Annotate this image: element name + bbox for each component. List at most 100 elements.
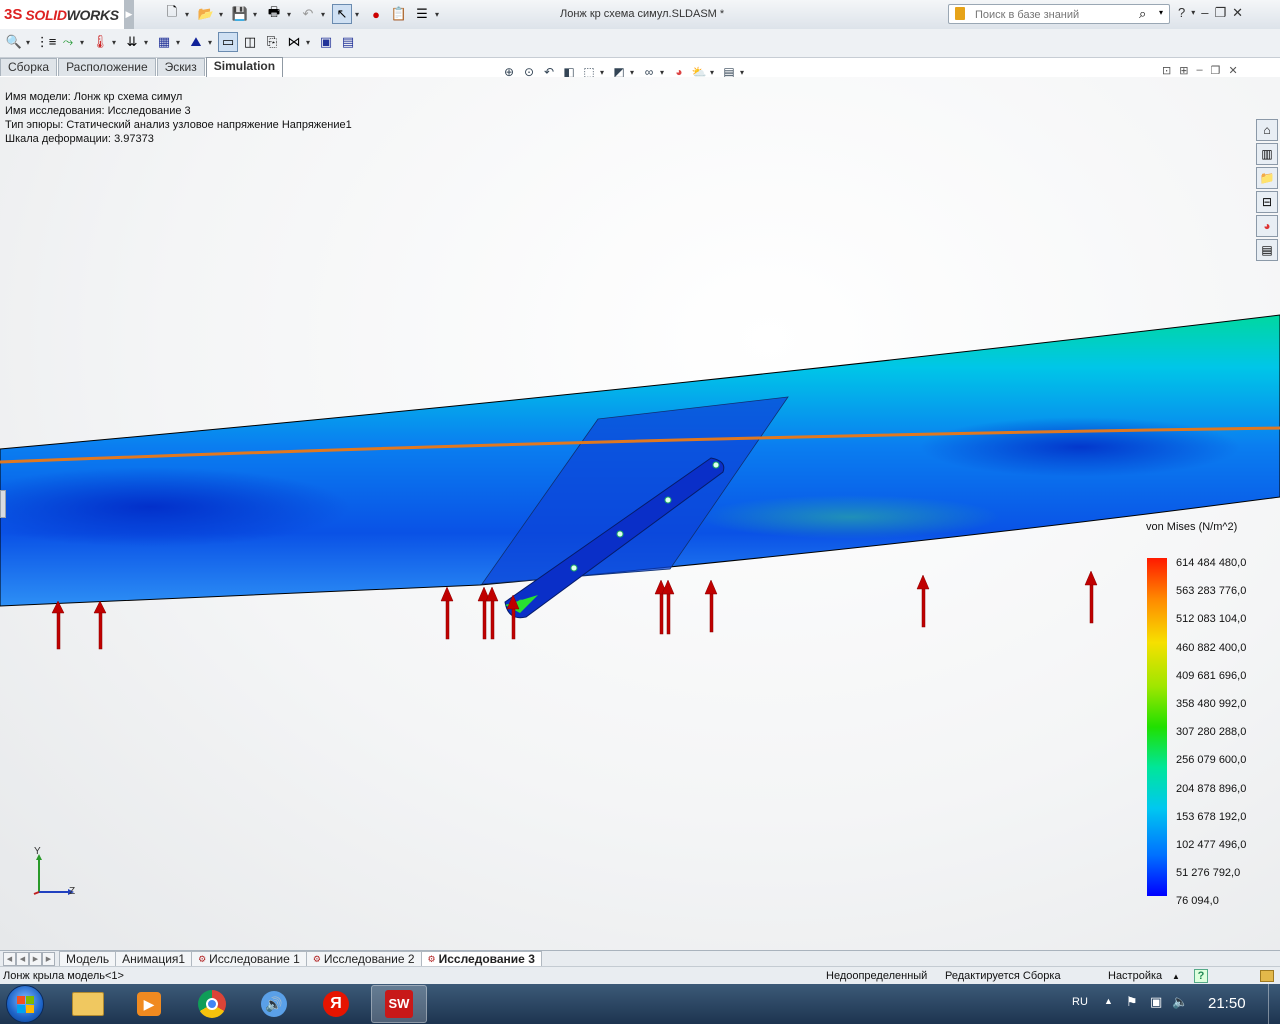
print-icon[interactable]: 🖶 — [264, 4, 284, 24]
tab-assembly[interactable]: Сборка — [0, 58, 58, 76]
help-dropdown-icon[interactable]: ▾ — [1191, 5, 1195, 21]
restore-icon[interactable]: ❐ — [1214, 5, 1226, 21]
view-settings-dropdown-icon[interactable]: ▾ — [740, 68, 748, 77]
select-dropdown-icon[interactable]: ▾ — [355, 4, 363, 24]
save-icon[interactable]: 💾 — [230, 4, 250, 24]
scene-dropdown-icon[interactable]: ▾ — [710, 68, 718, 77]
help-icon[interactable]: ? — [1178, 5, 1185, 21]
options-dropdown-icon[interactable]: ▾ — [435, 4, 443, 24]
report-icon[interactable]: ▣ — [316, 32, 336, 52]
legend-values: 614 484 480,0 563 283 776,0 512 083 104,… — [1176, 549, 1246, 916]
view-palette-icon[interactable]: ⊟ — [1256, 191, 1278, 213]
viewport-close-icon[interactable]: ✕ — [1228, 64, 1237, 77]
design-insight-icon[interactable]: ⋈ — [284, 32, 304, 52]
display-dropdown-icon[interactable]: ▾ — [630, 68, 638, 77]
action-center-flag-icon[interactable]: ⚑ — [1126, 994, 1138, 1010]
loads-dropdown-icon[interactable]: ▾ — [144, 32, 152, 52]
search-icon[interactable]: ⌕ — [1139, 6, 1146, 22]
tab-study-2[interactable]: ⚙ Исследование 2 — [305, 951, 422, 967]
undo-dropdown-icon[interactable]: ▾ — [321, 4, 329, 24]
connections-icon[interactable]: ⤳ — [58, 32, 78, 52]
study-dropdown-icon[interactable]: ▾ — [26, 32, 34, 52]
tab-sketch[interactable]: Эскиз — [156, 58, 205, 76]
viewport-split-icon[interactable]: ⊡ — [1162, 64, 1171, 77]
close-icon[interactable]: ✕ — [1232, 5, 1243, 21]
tag-icon[interactable] — [1260, 970, 1274, 982]
legend-value: 563 283 776,0 — [1176, 585, 1247, 598]
select-pointer-icon[interactable]: ↖ — [332, 4, 352, 24]
show-hidden-icons[interactable]: ▲ — [1104, 996, 1113, 1006]
minimize-icon[interactable]: – — [1201, 5, 1208, 21]
menu-expand-arrow-icon[interactable]: ▶ — [124, 0, 134, 29]
results-advisor-icon[interactable]: ▭ — [218, 32, 238, 52]
help-status-icon[interactable]: ? — [1194, 969, 1208, 983]
tab-model[interactable]: Модель — [59, 951, 117, 967]
speaker-icon[interactable]: 🔈 — [1172, 994, 1188, 1010]
custom-properties-icon[interactable]: ▤ — [1256, 239, 1278, 261]
volume-app-taskbar-icon[interactable]: 🔊 — [246, 985, 302, 1023]
next-tab-icon[interactable]: ▶ — [29, 952, 42, 966]
viewport-restore-icon[interactable]: ❐ — [1211, 64, 1221, 77]
window-help-controls: ? ▾ – ❐ ✕ — [1178, 5, 1243, 21]
stress-plot-model[interactable] — [0, 77, 1280, 950]
chrome-taskbar-icon[interactable] — [184, 985, 240, 1023]
deformed-result-icon[interactable]: ⎘ — [262, 32, 282, 52]
orientation-dropdown-icon[interactable]: ▾ — [600, 68, 608, 77]
prev-tab-icon[interactable]: ◀ — [16, 952, 29, 966]
study-advisor-icon[interactable]: 🔍 — [4, 32, 24, 52]
connections-dropdown-icon[interactable]: ▾ — [80, 32, 88, 52]
search-dropdown-icon[interactable]: ▾ — [1159, 8, 1163, 17]
search-input[interactable] — [973, 6, 1137, 24]
run-dropdown-icon[interactable]: ▾ — [208, 32, 216, 52]
yandex-browser-taskbar-icon[interactable]: Я — [308, 985, 364, 1023]
compare-results-icon[interactable]: ◫ — [240, 32, 260, 52]
design-dropdown-icon[interactable]: ▾ — [306, 32, 314, 52]
file-properties-icon[interactable]: 📋 — [389, 4, 409, 24]
print-dropdown-icon[interactable]: ▾ — [287, 4, 295, 24]
feature-manager-handle[interactable] — [0, 490, 6, 518]
hide-show-dropdown-icon[interactable]: ▾ — [660, 68, 668, 77]
new-document-icon[interactable]: 🗋 — [162, 4, 182, 24]
status-settings[interactable]: Настройка — [1108, 970, 1162, 982]
include-image-icon[interactable]: ▤ — [338, 32, 358, 52]
save-dropdown-icon[interactable]: ▾ — [253, 4, 261, 24]
thermostat-icon[interactable]: 🌡 — [90, 32, 110, 52]
thermal-dropdown-icon[interactable]: ▾ — [112, 32, 120, 52]
show-desktop-button[interactable] — [1268, 984, 1279, 1024]
file-explorer-icon[interactable]: 📁 — [1256, 167, 1278, 189]
file-explorer-taskbar-icon[interactable] — [60, 985, 116, 1023]
clock[interactable]: 21:50 — [1208, 995, 1246, 1012]
tab-animation1[interactable]: Анимация1 — [115, 951, 193, 967]
mesh-icon[interactable]: ▦ — [154, 32, 174, 52]
media-player-taskbar-icon[interactable]: ▶ — [121, 985, 177, 1023]
loads-icon[interactable]: ⇊ — [122, 32, 142, 52]
open-folder-icon[interactable]: 📂 — [196, 4, 216, 24]
tab-study-3[interactable]: ⚙ Исследование 3 — [420, 951, 542, 967]
network-icon[interactable]: ▣ — [1150, 994, 1162, 1010]
appearances-icon[interactable]: ◕ — [1256, 215, 1278, 237]
viewport-minimize-icon[interactable]: – — [1196, 64, 1202, 77]
options-icon[interactable]: ☰ — [412, 4, 432, 24]
mesh-dropdown-icon[interactable]: ▾ — [176, 32, 184, 52]
run-icon[interactable]: ⛰ — [186, 32, 206, 52]
home-icon[interactable]: ⌂ — [1256, 119, 1278, 141]
undo-icon[interactable]: ↶ — [298, 4, 318, 24]
design-library-icon[interactable]: ▥ — [1256, 143, 1278, 165]
graphics-viewport[interactable]: Имя модели: Лонж кр схема симул Имя иссл… — [0, 77, 1280, 950]
solidworks-taskbar-icon[interactable]: SW — [371, 985, 427, 1023]
open-dropdown-icon[interactable]: ▾ — [219, 4, 227, 24]
fixtures-icon[interactable]: ⋮≡ — [36, 32, 57, 52]
settings-up-arrow-icon[interactable]: ▲ — [1172, 972, 1180, 981]
last-tab-icon[interactable]: ▶ — [42, 952, 55, 966]
tab-study-1[interactable]: ⚙ Исследование 1 — [191, 951, 307, 967]
tab-layout[interactable]: Расположение — [58, 58, 156, 76]
new-dropdown-icon[interactable]: ▾ — [185, 4, 193, 24]
rebuild-traffic-light-icon[interactable]: ● — [366, 4, 386, 24]
tab-simulation[interactable]: Simulation — [205, 57, 284, 77]
solidworks-logo[interactable]: 3S SOLIDWORKS — [0, 0, 124, 29]
language-indicator[interactable]: RU — [1072, 996, 1088, 1008]
viewport-expand-icon[interactable]: ⊞ — [1179, 64, 1188, 77]
first-tab-icon[interactable]: ◀ — [3, 952, 16, 966]
start-button[interactable] — [6, 985, 44, 1023]
knowledge-base-search[interactable]: ⌕ ▾ — [948, 4, 1170, 24]
